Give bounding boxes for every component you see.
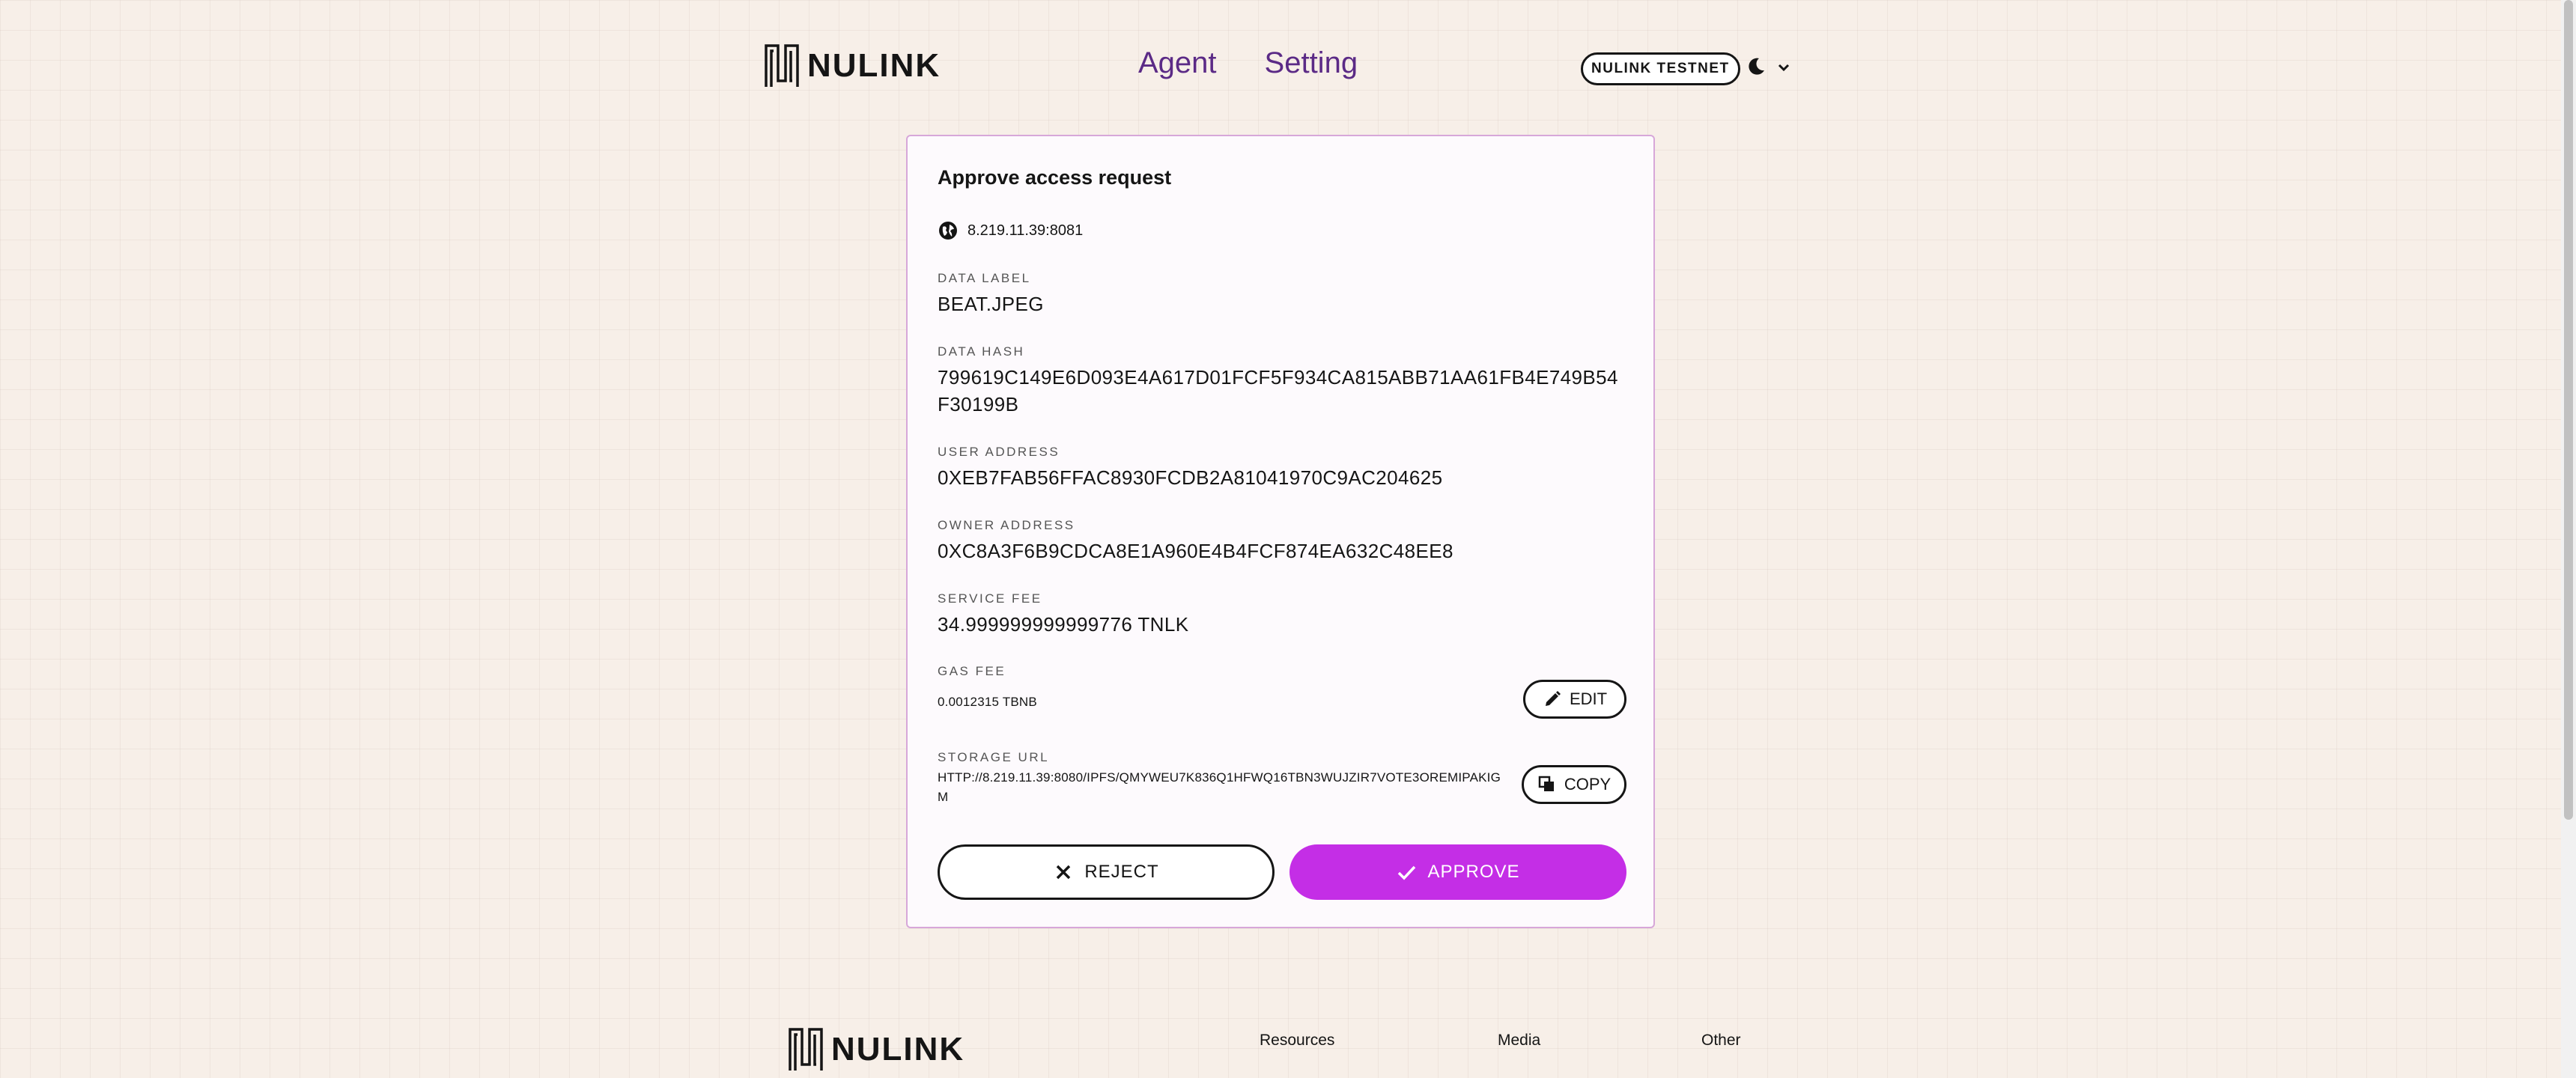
nulink-logo[interactable]: NULINK bbox=[764, 43, 941, 88]
owner-address-field: OWNER ADDRESS 0XC8A3F6B9CDCA8E1A960E4B4F… bbox=[938, 518, 1453, 564]
approve-access-card: Approve access request 8.219.11.39:8081 … bbox=[906, 135, 1655, 928]
nav-setting[interactable]: Setting bbox=[1265, 46, 1358, 80]
data-label-field: DATA LABEL BEAT.JPEG bbox=[938, 271, 1044, 317]
copy-url-button[interactable]: COPY bbox=[1522, 765, 1626, 804]
nav-agent[interactable]: Agent bbox=[1138, 46, 1217, 80]
globe-icon bbox=[939, 222, 957, 240]
user-address-field: USER ADDRESS 0XEB7FAB56FFAC8930FCDB2A810… bbox=[938, 445, 1442, 491]
copy-label: COPY bbox=[1564, 775, 1611, 794]
field-label: SERVICE FEE bbox=[938, 591, 1042, 606]
pencil-icon bbox=[1545, 691, 1561, 706]
origin-address: 8.219.11.39:8081 bbox=[967, 222, 1084, 239]
data-hash-value: 799619C149E6D093E4A617D01FCF5F934CA815AB… bbox=[938, 366, 1618, 415]
footer-media[interactable]: Media bbox=[1498, 1032, 1540, 1050]
logo-text: NULINK bbox=[807, 47, 941, 84]
gas-fee-field: GAS FEE 0.0012315 TBNB bbox=[938, 664, 1037, 712]
storage-url-value: HTTP://8.219.11.39:8080/IPFS/QMYWEU7K836… bbox=[938, 770, 1501, 804]
data-hash-field: DATA HASH 799619C149E6D093E4A617D01FCF5F… bbox=[938, 344, 1626, 418]
field-label: DATA HASH bbox=[938, 344, 1025, 359]
card-title: Approve access request bbox=[938, 166, 1172, 189]
edit-gas-button[interactable]: EDIT bbox=[1523, 680, 1626, 719]
top-header: NULINK Agent Setting NULINK TESTNET bbox=[0, 0, 2561, 135]
field-label: USER ADDRESS bbox=[938, 445, 1060, 459]
request-origin: 8.219.11.39:8081 bbox=[938, 220, 1083, 241]
check-icon bbox=[1398, 865, 1416, 880]
user-address-value: 0XEB7FAB56FFAC8930FCDB2A81041970C9AC2046… bbox=[938, 466, 1443, 489]
service-fee-field: SERVICE FEE 34.999999999999776 TNLK bbox=[938, 591, 1188, 638]
gas-fee-value: 0.0012315 TBNB bbox=[938, 695, 1037, 709]
main-nav: Agent Setting bbox=[1138, 46, 1358, 80]
nulink-logo-icon bbox=[765, 44, 799, 87]
moon-icon[interactable] bbox=[1745, 55, 1767, 78]
service-fee-value: 34.999999999999776 TNLK bbox=[938, 613, 1189, 636]
copy-icon bbox=[1538, 776, 1554, 791]
field-label: STORAGE URL bbox=[938, 750, 1050, 764]
reject-label: REJECT bbox=[1084, 862, 1159, 882]
field-label: GAS FEE bbox=[938, 664, 1006, 678]
field-label: OWNER ADDRESS bbox=[938, 518, 1075, 532]
footer-resources[interactable]: Resources bbox=[1260, 1032, 1334, 1050]
footer-logo[interactable]: NULINK bbox=[788, 1027, 965, 1072]
footer-other[interactable]: Other bbox=[1701, 1032, 1741, 1050]
edit-label: EDIT bbox=[1569, 689, 1608, 708]
chevron-down-icon[interactable] bbox=[1776, 60, 1791, 75]
owner-address-value: 0XC8A3F6B9CDCA8E1A960E4B4FCF874EA632C48E… bbox=[938, 540, 1453, 562]
page-scrollbar[interactable] bbox=[2561, 0, 2576, 1078]
logo-text: NULINK bbox=[831, 1031, 965, 1068]
nulink-logo-icon bbox=[789, 1028, 823, 1071]
storage-url-field: STORAGE URL HTTP://8.219.11.39:8080/IPFS… bbox=[938, 750, 1507, 807]
field-label: DATA LABEL bbox=[938, 271, 1031, 285]
reject-button[interactable]: REJECT bbox=[938, 844, 1275, 900]
approve-button[interactable]: APPROVE bbox=[1289, 844, 1626, 900]
approve-label: APPROVE bbox=[1427, 862, 1520, 882]
close-icon bbox=[1057, 865, 1071, 880]
network-selector[interactable]: NULINK TESTNET bbox=[1581, 52, 1740, 85]
scrollbar-thumb[interactable] bbox=[2564, 0, 2573, 820]
data-label-value: BEAT.JPEG bbox=[938, 293, 1044, 315]
